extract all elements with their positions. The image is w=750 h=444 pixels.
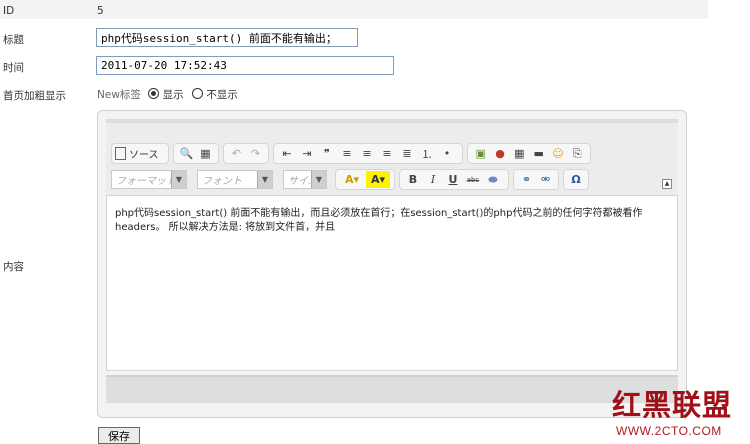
italic-icon[interactable]: I [424, 171, 442, 188]
title-label: 标题 [3, 34, 24, 46]
radio-show[interactable] [148, 88, 160, 99]
outdent-icon[interactable]: ⇤ [278, 145, 296, 162]
unlink-icon[interactable]: ⚮ [537, 171, 554, 188]
image-icon[interactable]: ▣ [472, 145, 489, 162]
omega-icon[interactable]: Ω [568, 171, 584, 188]
watermark-url: WWW.2CTO.COM [616, 424, 722, 438]
smiley-icon[interactable]: ☺ [549, 145, 566, 162]
bold-icon[interactable]: B [404, 171, 422, 188]
size-combo[interactable]: サイ. ▼ [283, 170, 327, 189]
text-color-icon[interactable]: A▾ [340, 171, 364, 188]
font-combo[interactable]: フォント ▼ [197, 170, 273, 189]
strikethrough-icon[interactable]: abc [464, 171, 482, 188]
id-label: ID [3, 5, 15, 17]
format-combo[interactable]: フォーマット ▼ [111, 170, 187, 189]
underline-icon[interactable]: U [444, 171, 462, 188]
watermark-logo: 红黑联盟 WWW.2CTO.COM [610, 382, 750, 442]
editor-resize-bar [106, 375, 678, 403]
color-group: A▾ A▾ [335, 169, 395, 190]
numbered-list-icon[interactable]: ⒈ [418, 145, 436, 162]
source-group: ソース [111, 143, 169, 164]
watermark-logo-text: 红黑联盟 [612, 388, 733, 422]
preview-icon[interactable]: 🔍 [178, 145, 195, 162]
new-tag-label: New标签 [97, 89, 141, 101]
time-input[interactable] [96, 56, 394, 75]
radio-hide[interactable] [191, 88, 203, 99]
toolbar-collapse-icon[interactable]: ▲ [662, 179, 672, 189]
editor-toolbar: ソース 🔍 ▦ ↶ ↷ ⇤ ⇥ ❞ ≡ ≡ ≡ ≣ ⒈ • ▣ ● ▦ ▬ ☺ [106, 119, 678, 195]
link-group: ⚭ ⚮ [513, 169, 559, 190]
bulleted-list-icon[interactable]: • [438, 145, 456, 162]
radio-hide-label: 不显示 [206, 89, 238, 101]
content-label: 内容 [3, 261, 24, 273]
blockquote-icon[interactable]: ❞ [318, 145, 336, 162]
size-combo-label: サイ. [288, 176, 312, 187]
radio-show-label: 显示 [162, 89, 184, 101]
font-combo-label: フォント [202, 176, 242, 187]
save-button[interactable]: 保存 [98, 427, 140, 444]
background-color-icon[interactable]: A▾ [366, 171, 390, 188]
align-left-icon[interactable]: ≡ [338, 145, 356, 162]
style-group: B I U abc ⬬ [399, 169, 509, 190]
chevron-down-icon: ▼ [257, 171, 272, 188]
flash-icon[interactable]: ● [491, 145, 508, 162]
homepage-bold-label: 首页加粗显示 [3, 90, 66, 102]
rich-text-editor: ソース 🔍 ▦ ↶ ↷ ⇤ ⇥ ❞ ≡ ≡ ≡ ≣ ⒈ • ▣ ● ▦ ▬ ☺ [97, 110, 687, 418]
special-char-group: Ω [563, 169, 589, 190]
eraser-icon[interactable]: ⬬ [484, 171, 502, 188]
templates-icon[interactable]: ▦ [197, 145, 214, 162]
editor-content-text: php代码session_start() 前面不能有输出，而且必须放在首行；在s… [115, 208, 643, 233]
align-center-icon[interactable]: ≡ [358, 145, 376, 162]
title-input[interactable] [96, 28, 358, 47]
top-row-background [0, 0, 708, 19]
link-icon[interactable]: ⚭ [518, 171, 535, 188]
format-combo-label: フォーマット [116, 176, 176, 187]
preview-group: 🔍 ▦ [173, 143, 219, 164]
table-icon[interactable]: ▦ [511, 145, 528, 162]
justify-icon[interactable]: ≣ [398, 145, 416, 162]
indent-icon[interactable]: ⇥ [298, 145, 316, 162]
horizontal-rule-icon[interactable]: ▬ [530, 145, 547, 162]
chevron-down-icon: ▼ [171, 171, 186, 188]
undo-icon[interactable]: ↶ [228, 145, 245, 162]
align-right-icon[interactable]: ≡ [378, 145, 396, 162]
time-label: 时间 [3, 62, 24, 74]
source-button-label: ソース [129, 150, 159, 161]
source-icon [115, 147, 126, 160]
redo-icon[interactable]: ↷ [247, 145, 264, 162]
homepage-options: New标签 显示 不显示 [97, 87, 238, 102]
source-button[interactable]: ソース [115, 146, 159, 161]
paragraph-group: ⇤ ⇥ ❞ ≡ ≡ ≡ ≣ ⒈ • [273, 143, 463, 164]
chevron-down-icon: ▼ [311, 171, 326, 188]
insert-group: ▣ ● ▦ ▬ ☺ ⎘ [467, 143, 591, 164]
page-break-icon[interactable]: ⎘ [569, 145, 586, 162]
editor-content-area[interactable]: php代码session_start() 前面不能有输出，而且必须放在首行；在s… [106, 195, 678, 371]
id-value: 5 [97, 5, 104, 17]
undo-group: ↶ ↷ [223, 143, 269, 164]
